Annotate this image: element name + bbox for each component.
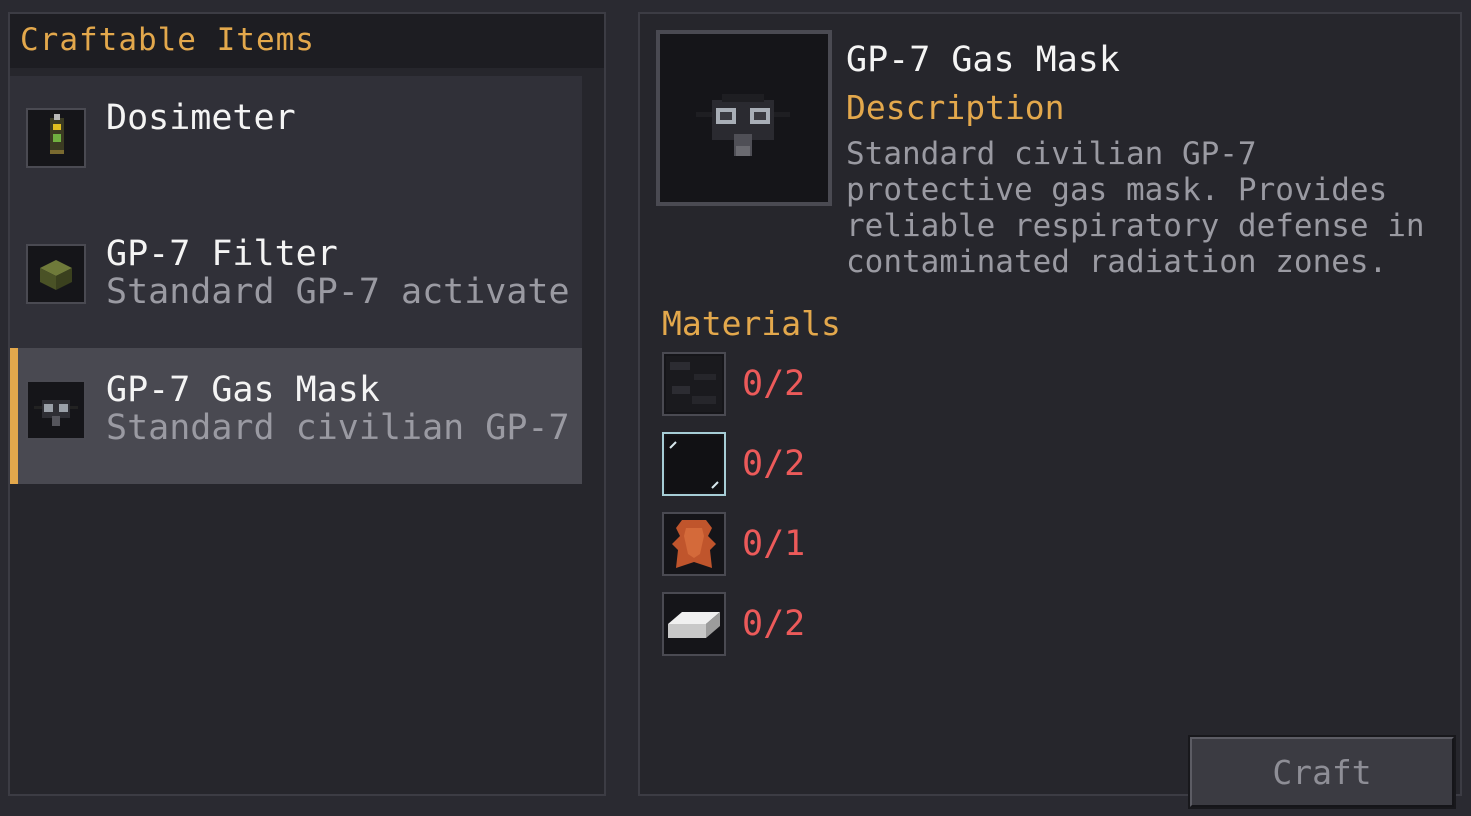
gas-mask-icon (696, 94, 790, 156)
recipe-name: Dosimeter (106, 98, 296, 138)
materials-heading: Materials (662, 304, 841, 343)
material-count: 0/1 (742, 524, 806, 564)
recipe-item-gp7-gas-mask[interactable]: GP-7 Gas Mask Standard civilian GP-7 (10, 348, 582, 484)
filter-icon (26, 244, 86, 304)
material-count: 0/2 (742, 604, 806, 644)
material-row: 0/2 (662, 352, 862, 416)
item-preview (656, 30, 832, 206)
material-row: 0/1 (662, 512, 862, 576)
material-count: 0/2 (742, 444, 806, 484)
glass-pane-icon (662, 432, 726, 496)
panel-title: Craftable Items (20, 22, 315, 58)
recipe-name: GP-7 Filter (106, 234, 338, 274)
iron-ingot-icon (662, 592, 726, 656)
recipe-description: Standard civilian GP-7 (106, 408, 570, 448)
recipe-item-dosimeter[interactable]: Dosimeter (10, 76, 582, 212)
material-row: 0/2 (662, 592, 862, 656)
panel-header: Craftable Items (10, 14, 604, 68)
leather-icon (662, 512, 726, 576)
craftable-items-panel: Craftable Items Dosimeter GP-7 Filter St… (8, 12, 606, 796)
recipe-name: GP-7 Gas Mask (106, 370, 380, 410)
gas-mask-icon (26, 380, 86, 440)
dosimeter-icon (26, 108, 86, 168)
recipe-item-gp7-filter[interactable]: GP-7 Filter Standard GP-7 activate (10, 212, 582, 348)
material-count: 0/2 (742, 364, 806, 404)
item-title: GP-7 Gas Mask (846, 40, 1120, 80)
coal-block-icon (662, 352, 726, 416)
recipe-description: Standard GP-7 activate (106, 272, 570, 312)
recipe-detail-panel: GP-7 Gas Mask Description Standard civil… (638, 12, 1462, 796)
material-row: 0/2 (662, 432, 862, 496)
description-heading: Description (846, 88, 1065, 127)
selection-indicator (10, 348, 18, 484)
craft-button[interactable]: Craft (1188, 735, 1456, 809)
description-text: Standard civilian GP-7 protective gas ma… (846, 136, 1425, 280)
